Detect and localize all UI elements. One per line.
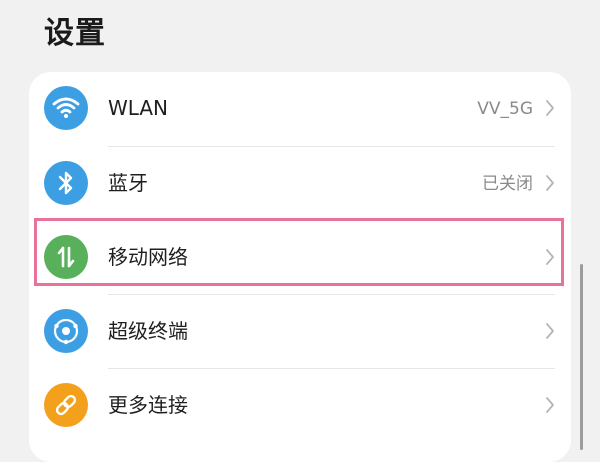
settings-item-wlan[interactable]: WLAN VV_5G xyxy=(29,72,571,146)
chevron-right-icon xyxy=(546,323,554,339)
chevron-right-icon xyxy=(546,397,554,413)
settings-item-label: 更多连接 xyxy=(108,393,188,417)
settings-item-label: WLAN xyxy=(108,96,169,120)
chevron-right-icon xyxy=(546,100,554,116)
settings-item-label: 超级终端 xyxy=(108,319,188,343)
bluetooth-icon xyxy=(44,161,88,205)
settings-item-bluetooth[interactable]: 蓝牙 已关闭 xyxy=(29,147,571,221)
wifi-icon xyxy=(44,86,88,130)
connections-card: WLAN VV_5G 蓝牙 已关闭 移动网络 超级终端 更多连接 xyxy=(29,72,571,462)
settings-item-label: 移动网络 xyxy=(108,245,188,269)
mobile-data-icon xyxy=(44,235,88,279)
scrollbar[interactable] xyxy=(580,264,583,450)
chevron-right-icon xyxy=(546,249,554,265)
settings-item-label: 蓝牙 xyxy=(108,171,148,195)
settings-item-super-device[interactable]: 超级终端 xyxy=(29,295,571,369)
super-device-icon xyxy=(44,309,88,353)
link-icon xyxy=(44,383,88,427)
page-title: 设置 xyxy=(44,16,106,51)
settings-item-more-connections[interactable]: 更多连接 xyxy=(29,369,571,443)
settings-item-value: 已关闭 xyxy=(482,174,533,194)
chevron-right-icon xyxy=(546,175,554,191)
settings-item-mobile-network[interactable]: 移动网络 xyxy=(29,221,571,295)
settings-item-value: VV_5G xyxy=(477,99,533,119)
